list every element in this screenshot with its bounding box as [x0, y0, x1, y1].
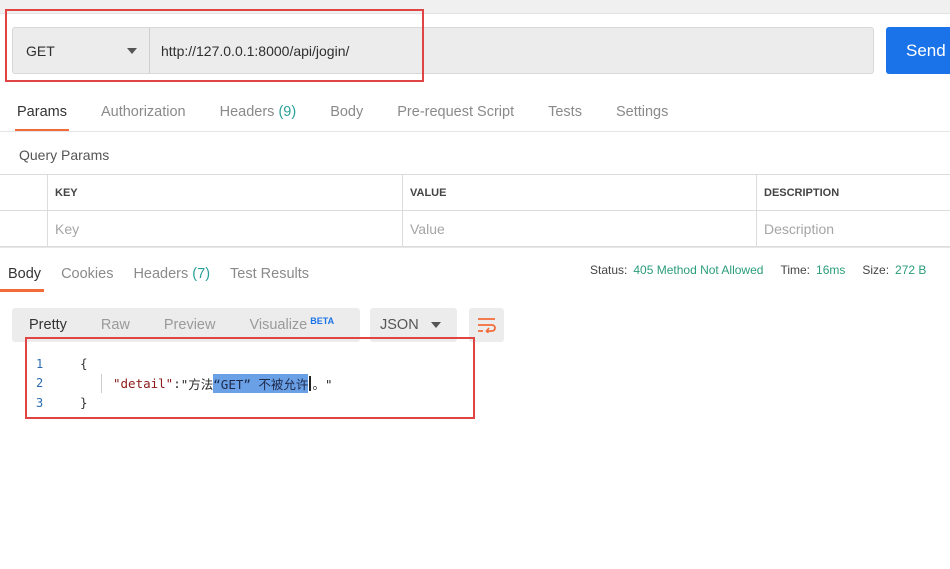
tab-label: Body [8, 266, 42, 282]
response-tabs: Body Cookies Headers (7) Test Results [0, 258, 329, 292]
tab-label: Test Results [230, 266, 310, 282]
query-params-title: Query Params [19, 147, 110, 163]
description-input[interactable]: Description [756, 211, 950, 246]
json-value-prefix: "方法 [180, 376, 214, 392]
wrap-lines-button[interactable] [469, 308, 504, 342]
key-input[interactable]: Key [47, 211, 402, 246]
json-close-brace: } [80, 395, 88, 411]
row-checkbox-cell [0, 211, 47, 246]
send-button[interactable]: Send [886, 27, 950, 74]
response-body-editor[interactable]: 1 { 2 "detail" : "方法 “GET” 不被允许 。" 3 } [36, 354, 332, 413]
tab-count: (7) [192, 266, 211, 282]
size-label: Size: [862, 263, 890, 277]
method-label: GET [26, 42, 55, 59]
view-raw[interactable]: Raw [84, 308, 147, 342]
request-bar: GET http://127.0.0.1:8000/api/jogin/ [12, 27, 874, 74]
tab-params[interactable]: Params [15, 94, 69, 132]
response-divider [0, 247, 950, 248]
response-tab-test-results[interactable]: Test Results [230, 258, 309, 292]
view-visualize[interactable]: Visualize BETA [232, 308, 351, 342]
tab-label: Body [330, 104, 364, 120]
text-cursor-icon [309, 375, 312, 391]
code-line: 2 "detail" : "方法 “GET” 不被允许 。" [36, 373, 333, 394]
chevron-down-icon [127, 47, 137, 54]
column-header-value: VALUE [402, 175, 756, 210]
tabs-divider [0, 131, 950, 132]
time-label: Time: [780, 263, 811, 277]
table-row: Key Value Description [0, 211, 950, 247]
beta-badge: BETA [310, 316, 335, 326]
tab-count: (9) [278, 104, 297, 120]
gutter [56, 354, 80, 374]
time-value[interactable]: 16ms [816, 263, 845, 277]
column-header-key: KEY [47, 175, 402, 210]
selected-text: “GET” 不被允许 [213, 373, 309, 393]
line-number: 3 [36, 395, 44, 410]
wrap-lines-icon [477, 318, 496, 333]
response-tab-cookies[interactable]: Cookies [61, 258, 113, 292]
tab-label: Pre-request Script [397, 104, 515, 120]
tab-pre-request-script[interactable]: Pre-request Script [397, 94, 514, 132]
status-value[interactable]: 405 Method Not Allowed [633, 263, 763, 277]
tab-label: Params [17, 104, 67, 120]
value-input[interactable]: Value [402, 211, 756, 246]
tab-label: Authorization [100, 104, 186, 120]
response-tab-headers[interactable]: Headers (7) [133, 258, 210, 292]
method-select[interactable]: GET [13, 28, 150, 73]
format-label: JSON [380, 317, 419, 333]
format-select[interactable]: JSON [370, 308, 457, 342]
view-pretty[interactable]: Pretty [12, 308, 84, 342]
view-preview[interactable]: Preview [147, 308, 233, 342]
json-value-suffix: 。" [312, 376, 333, 392]
json-colon: : [173, 375, 181, 391]
response-status: Status: 405 Method Not Allowed Time: 16m… [590, 263, 943, 277]
tab-headers[interactable]: Headers (9) [220, 94, 297, 132]
visualize-label: Visualize [249, 317, 308, 333]
json-open-brace: { [80, 356, 88, 372]
tab-label: Tests [548, 104, 582, 120]
code-line: 1 { [36, 354, 332, 374]
line-number: 2 [36, 376, 44, 391]
tab-settings[interactable]: Settings [616, 94, 668, 132]
top-strip [0, 0, 950, 14]
tab-body[interactable]: Body [330, 94, 363, 132]
gutter [56, 393, 80, 413]
url-input[interactable]: http://127.0.0.1:8000/api/jogin/ [150, 28, 873, 73]
tab-tests[interactable]: Tests [548, 94, 582, 132]
table-header-row: KEY VALUE DESCRIPTION [0, 175, 950, 211]
gutter [56, 373, 102, 394]
tab-label: Headers [219, 104, 275, 120]
column-header-description: DESCRIPTION [756, 175, 950, 210]
query-params-table: KEY VALUE DESCRIPTION Key Value Descript… [0, 174, 950, 247]
chevron-down-icon [431, 322, 441, 328]
view-mode-toolbar: Pretty Raw Preview Visualize BETA [12, 308, 360, 342]
status-label: Status: [590, 263, 628, 277]
tab-label: Headers [133, 266, 189, 282]
tab-authorization[interactable]: Authorization [101, 94, 186, 132]
size-value[interactable]: 272 B [895, 263, 926, 277]
json-key: "detail" [113, 375, 174, 391]
line-number: 1 [36, 356, 44, 371]
checkbox-column [0, 175, 47, 210]
request-tabs: Params Authorization Headers (9) Body Pr… [15, 94, 702, 132]
tab-label: Cookies [61, 266, 114, 282]
response-tab-body[interactable]: Body [0, 258, 45, 292]
tab-label: Settings [615, 104, 669, 120]
code-line: 3 } [36, 393, 332, 413]
